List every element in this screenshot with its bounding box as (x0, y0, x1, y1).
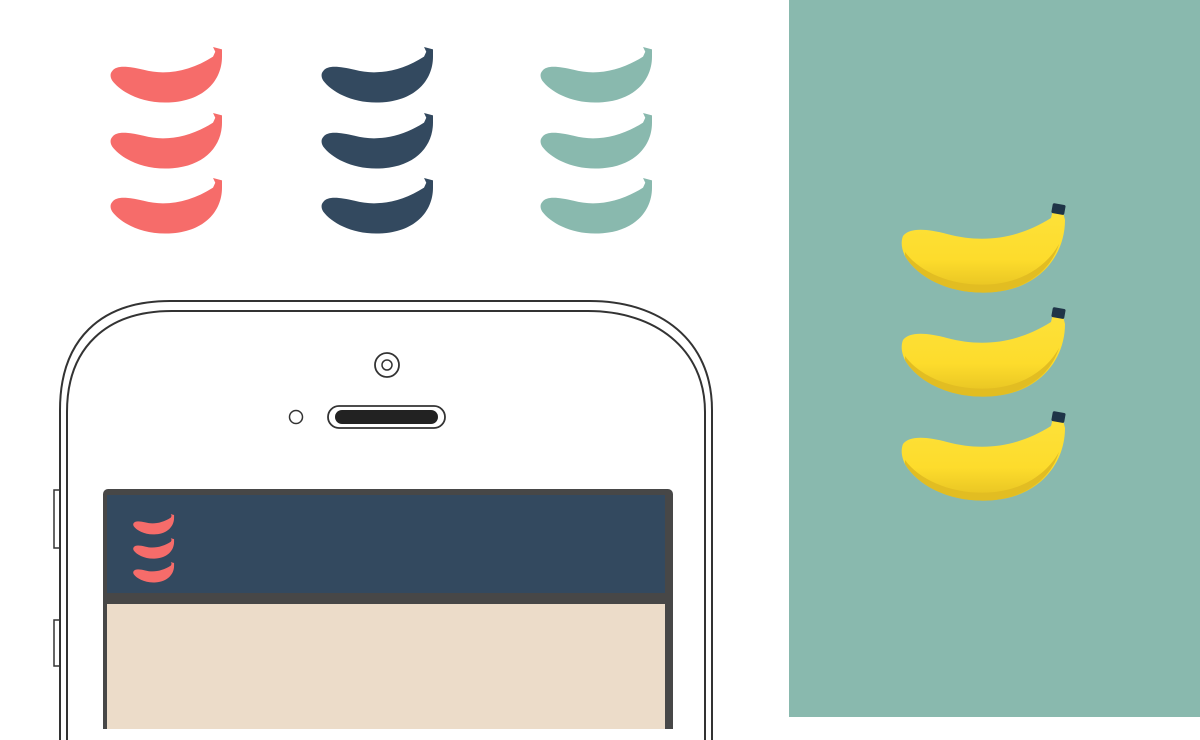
yellow-logo-svg (901, 203, 1066, 501)
teal-panel (789, 0, 1200, 717)
camera-icon (374, 352, 400, 378)
sensor-icon (288, 409, 304, 425)
banana-stack-icon-coral (110, 45, 230, 245)
banana-stack-icon-teal (540, 45, 660, 245)
logo-swatches (0, 0, 789, 740)
navy-logo-svg (321, 47, 433, 234)
banana-stack-icon-yellow (889, 200, 1089, 520)
speaker-icon (327, 405, 446, 429)
app-screen (103, 489, 673, 729)
banana-stack-icon-navy (321, 45, 441, 245)
app-logo-banana-stack-icon[interactable] (133, 513, 177, 587)
app-header (107, 495, 665, 593)
teal-logo-svg (540, 47, 652, 234)
coral-logo-svg (110, 47, 222, 234)
app-logo-svg (133, 514, 175, 583)
app-body (107, 604, 665, 729)
